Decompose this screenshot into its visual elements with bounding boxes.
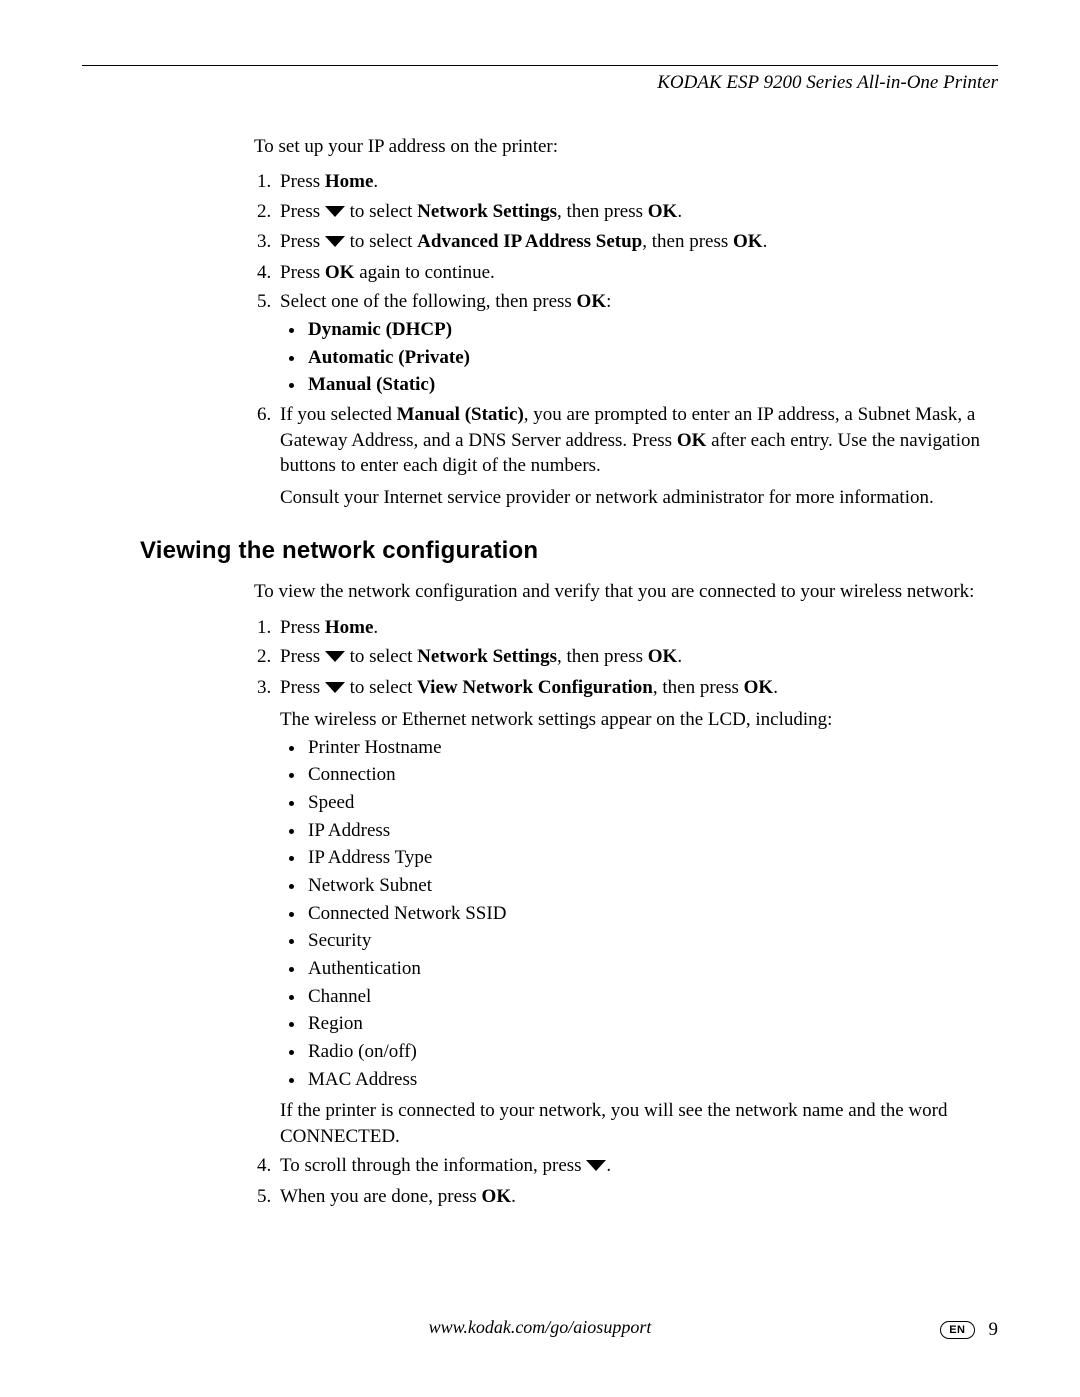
text: . (373, 171, 378, 192)
step3-subtext: The wireless or Ethernet network setting… (280, 707, 998, 733)
footer: www.kodak.com/go/aiosupport EN 9 (82, 1315, 998, 1341)
text: . (763, 231, 768, 252)
text: . (677, 201, 682, 222)
list-item: Dynamic (DHCP) (306, 317, 998, 343)
text: . (773, 677, 778, 698)
list-item: Channel (306, 984, 998, 1010)
section2-steps: Press Home. Press to select Network Sett… (276, 615, 998, 1210)
step-5: When you are done, press OK. (276, 1184, 998, 1210)
bold: Home (325, 171, 374, 192)
footer-url: www.kodak.com/go/aiosupport (429, 1315, 652, 1339)
header-doc-title: KODAK ESP 9200 Series All-in-One Printer (82, 70, 998, 96)
text: , then press (642, 231, 733, 252)
bold: Home (325, 617, 374, 638)
text: to select (345, 646, 417, 667)
text: : (606, 291, 611, 312)
text: , then press (557, 646, 648, 667)
text: . (606, 1155, 611, 1176)
text: , then press (653, 677, 744, 698)
footer-right: EN 9 (940, 1317, 998, 1343)
text: to select (345, 201, 417, 222)
text: again to continue. (354, 262, 494, 283)
list-item: Connection (306, 762, 998, 788)
text: Press (280, 201, 325, 222)
list-item: Speed (306, 790, 998, 816)
list-item: Printer Hostname (306, 735, 998, 761)
list-item: Connected Network SSID (306, 901, 998, 927)
bold: OK (325, 262, 355, 283)
step3-items: Printer Hostname Connection Speed IP Add… (306, 735, 998, 1092)
page-number: 9 (989, 1317, 999, 1343)
bold: View Network Configuration (417, 677, 653, 698)
text: Press (280, 171, 325, 192)
text: Press (280, 231, 325, 252)
text: If you selected (280, 404, 397, 425)
list-item: Automatic (Private) (306, 345, 998, 371)
text: Press (280, 646, 325, 667)
section-ip-setup: To set up your IP address on the printer… (254, 134, 998, 511)
step5-options: Dynamic (DHCP) Automatic (Private) Manua… (306, 317, 998, 398)
bold: OK (733, 231, 763, 252)
step6-note: Consult your Internet service provider o… (280, 485, 998, 511)
bold: OK (744, 677, 774, 698)
step-2: Press to select Network Settings, then p… (276, 644, 998, 670)
step-4: Press OK again to continue. (276, 260, 998, 286)
down-arrow-icon (325, 229, 345, 255)
section1-intro: To set up your IP address on the printer… (254, 134, 998, 160)
section1-steps: Press Home. Press to select Network Sett… (276, 169, 998, 510)
section2-intro: To view the network configuration and ve… (254, 579, 998, 605)
text: , then press (557, 201, 648, 222)
header-rule (82, 65, 998, 66)
list-item: Security (306, 928, 998, 954)
list-item: MAC Address (306, 1067, 998, 1093)
page: KODAK ESP 9200 Series All-in-One Printer… (0, 0, 1080, 1397)
step-3: Press to select View Network Configurati… (276, 675, 998, 1150)
list-item: Manual (Static) (306, 372, 998, 398)
step-3: Press to select Advanced IP Address Setu… (276, 229, 998, 255)
list-item: Radio (on/off) (306, 1039, 998, 1065)
bold: OK (648, 201, 678, 222)
step-1: Press Home. (276, 169, 998, 195)
down-arrow-icon (325, 644, 345, 670)
list-item: IP Address Type (306, 845, 998, 871)
step-5: Select one of the following, then press … (276, 289, 998, 398)
language-badge: EN (940, 1321, 974, 1339)
text: Press (280, 262, 325, 283)
section2-heading: Viewing the network configuration (140, 535, 998, 567)
list-item: Authentication (306, 956, 998, 982)
section-view-config: Viewing the network configuration To vie… (254, 535, 998, 1210)
bold: Manual (Static) (397, 404, 524, 425)
text: Press (280, 617, 325, 638)
text: Select one of the following, then press (280, 291, 577, 312)
list-item: Network Subnet (306, 873, 998, 899)
bold: Network Settings (417, 646, 557, 667)
step-4: To scroll through the information, press… (276, 1153, 998, 1179)
text: To scroll through the information, press (280, 1155, 586, 1176)
down-arrow-icon (586, 1153, 606, 1179)
bold: OK (648, 646, 678, 667)
bold: OK (577, 291, 607, 312)
bold: Advanced IP Address Setup (417, 231, 642, 252)
step-1: Press Home. (276, 615, 998, 641)
list-item: IP Address (306, 818, 998, 844)
text: When you are done, press (280, 1186, 482, 1207)
text: Press (280, 677, 325, 698)
step-2: Press to select Network Settings, then p… (276, 199, 998, 225)
text: to select (345, 677, 417, 698)
step-6: If you selected Manual (Static), you are… (276, 402, 998, 511)
text: . (511, 1186, 516, 1207)
text: . (373, 617, 378, 638)
bold: Network Settings (417, 201, 557, 222)
bold: OK (482, 1186, 512, 1207)
list-item: Region (306, 1011, 998, 1037)
text: to select (345, 231, 417, 252)
text: . (677, 646, 682, 667)
step3-tail: If the printer is connected to your netw… (280, 1098, 998, 1149)
down-arrow-icon (325, 199, 345, 225)
bold: OK (677, 430, 707, 451)
down-arrow-icon (325, 675, 345, 701)
